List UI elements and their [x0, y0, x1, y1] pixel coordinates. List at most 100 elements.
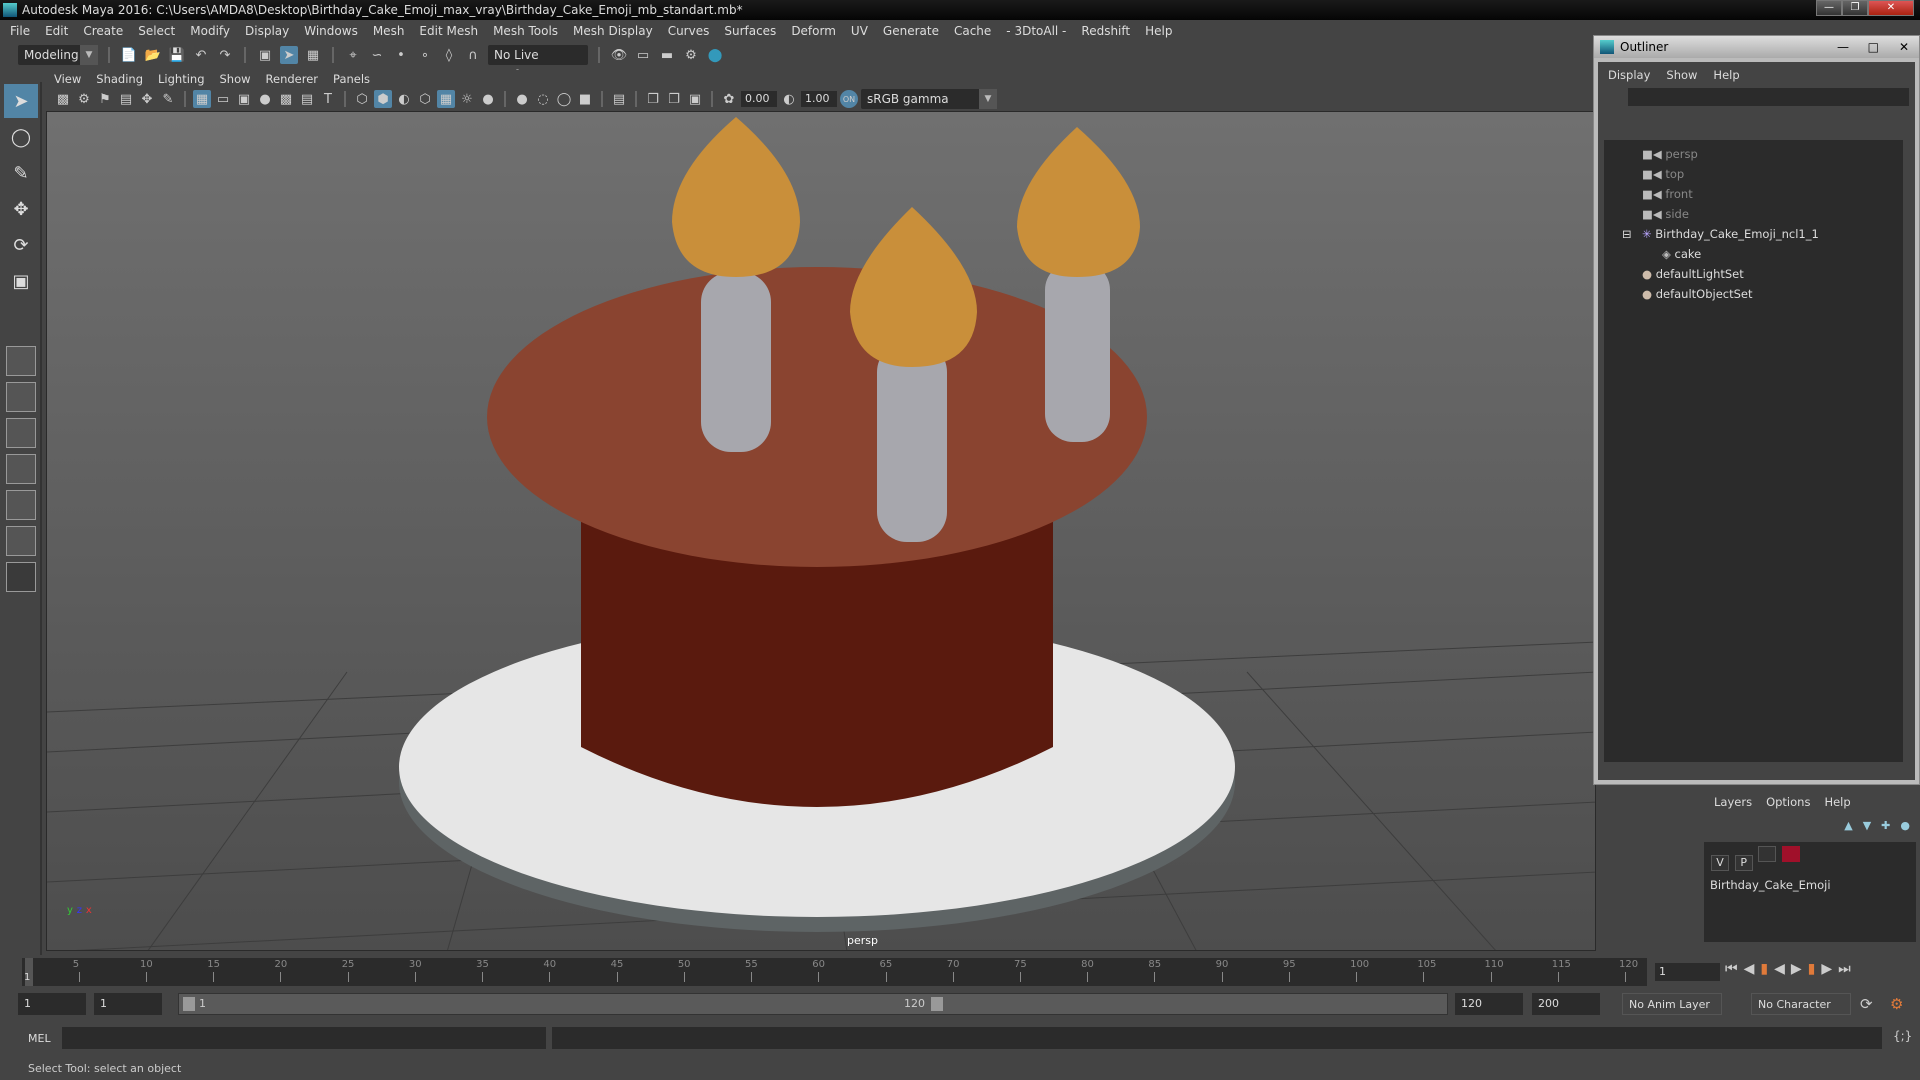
live-surface-field[interactable]: No Live Surface — [488, 45, 588, 82]
scene-end-field[interactable]: 200 — [1532, 993, 1600, 1015]
camera-icon[interactable]: ▩ — [54, 90, 72, 108]
menu-modify[interactable]: Modify — [190, 24, 230, 38]
menu-uv[interactable]: UV — [851, 24, 868, 38]
maximize-button[interactable]: □ — [1868, 36, 1879, 58]
smooth-shade-icon[interactable]: ⬢ — [374, 90, 392, 108]
four-view-layout-icon[interactable] — [6, 382, 36, 412]
layer-color-swatch[interactable] — [1781, 846, 1800, 862]
paint-select-tool-icon[interactable]: ✎ — [4, 156, 38, 190]
gate-mask-icon[interactable]: ● — [256, 90, 274, 108]
play-forward-icon[interactable]: ▶ — [1791, 961, 1802, 977]
perspective-viewport[interactable]: y z x persp — [46, 111, 1596, 951]
menu-mesh-display[interactable]: Mesh Display — [573, 24, 653, 38]
outliner-item[interactable]: ● defaultObjectSet — [1604, 284, 1903, 304]
move-layer-down-icon[interactable]: ▼ — [1863, 819, 1871, 832]
outliner-item[interactable]: ◈ cake — [1604, 244, 1903, 264]
wireframe-icon[interactable]: ⬡ — [353, 90, 371, 108]
flat-shade-icon[interactable]: ◐ — [395, 90, 413, 108]
hypershade-icon[interactable]: ⬤ — [706, 46, 724, 64]
layer-menu-help[interactable]: Help — [1824, 795, 1850, 809]
character-set-dropdown[interactable]: No Character Set — [1751, 993, 1851, 1033]
anti-aliasing-icon[interactable]: ◯ — [555, 90, 573, 108]
menu-windows[interactable]: Windows — [304, 24, 358, 38]
viewport-menu-shading[interactable]: Shading — [96, 72, 143, 86]
resolution-gate-icon[interactable]: ▣ — [235, 90, 253, 108]
outliner-item[interactable]: ● defaultLightSet — [1604, 264, 1903, 284]
grid-icon[interactable]: ▦ — [193, 90, 211, 108]
menu-edit[interactable]: Edit — [45, 24, 68, 38]
command-language-label[interactable]: MEL — [28, 1032, 51, 1045]
select-component-icon[interactable]: ▦ — [304, 46, 322, 64]
current-frame-field[interactable]: 1 — [1655, 963, 1720, 981]
auto-key-icon[interactable]: ⟳ — [1860, 995, 1873, 1013]
redo-icon[interactable]: ↷ — [216, 46, 234, 64]
step-back-key-icon[interactable]: ◀ — [1744, 961, 1755, 977]
new-layer-icon[interactable]: ✚ — [1881, 819, 1890, 832]
minimize-button[interactable]: — — [1837, 36, 1849, 58]
new-layer-selected-icon[interactable]: ● — [1900, 819, 1910, 832]
move-layer-up-icon[interactable]: ▲ — [1844, 819, 1852, 832]
grease-pencil-icon[interactable]: ✎ — [159, 90, 177, 108]
outliner-item[interactable]: ⊟ ✳ Birthday_Cake_Emoji_ncl1_1 — [1604, 224, 1903, 244]
visibility-toggle[interactable]: V — [1711, 855, 1729, 871]
exposure-field[interactable]: 0.00 — [741, 91, 777, 107]
open-scene-icon[interactable]: 📂 — [144, 46, 162, 64]
xray-icon[interactable]: ❐ — [644, 90, 662, 108]
minimize-button[interactable]: — — [1816, 0, 1842, 16]
anim-layer-dropdown[interactable]: No Anim Layer — [1622, 993, 1722, 1015]
image-plane-icon[interactable]: ▤ — [117, 90, 135, 108]
layer-menu-options[interactable]: Options — [1766, 795, 1810, 809]
single-perspective-layout-icon[interactable] — [6, 346, 36, 376]
color-management-toggle[interactable]: ON — [840, 90, 858, 108]
ambient-occlusion-icon[interactable]: ● — [513, 90, 531, 108]
hypershade-layout-icon[interactable] — [6, 490, 36, 520]
gamma-field[interactable]: 1.00 — [801, 91, 837, 107]
play-backward-icon[interactable]: ◀ — [1774, 961, 1785, 977]
outliner-menu-show[interactable]: Show — [1666, 68, 1697, 82]
outliner-search-input[interactable] — [1628, 88, 1909, 106]
film-gate-icon[interactable]: ▭ — [214, 90, 232, 108]
safe-action-icon[interactable]: ▤ — [298, 90, 316, 108]
textured-icon[interactable]: ▦ — [437, 90, 455, 108]
display-type-toggle[interactable] — [1758, 846, 1777, 862]
ipr-render-icon[interactable]: ▬ — [658, 46, 676, 64]
wireframe-on-shaded-icon[interactable]: ⬡ — [416, 90, 434, 108]
persp-graph-outliner-layout-icon[interactable] — [6, 526, 36, 556]
persp-outliner-layout-icon[interactable] — [6, 418, 36, 448]
persp-graph-layout-icon[interactable] — [6, 454, 36, 484]
bookmark-icon[interactable]: ⚑ — [96, 90, 114, 108]
time-slider-track[interactable]: 1 5 10 15 20 25 30 35 40 45 50 55 60 65 70 75 80 85 90 95 1… — [22, 958, 1647, 986]
outliner-title-bar[interactable]: Outliner — □ ✕ — [1594, 36, 1919, 58]
field-chart-icon[interactable]: ▩ — [277, 90, 295, 108]
view-transform-dropdown[interactable]: sRGB gamma ▼ — [861, 89, 997, 109]
close-button[interactable]: ✕ — [1899, 36, 1909, 58]
use-all-lights-icon[interactable]: ☼ — [458, 90, 476, 108]
select-hierarchy-icon[interactable]: ▣ — [256, 46, 274, 64]
xray-components-icon[interactable]: ▣ — [686, 90, 704, 108]
anim-preferences-icon[interactable]: ⚙ — [1890, 995, 1903, 1013]
move-tool-icon[interactable]: ✥ — [4, 192, 38, 226]
viewport-menu-view[interactable]: View — [54, 72, 81, 86]
playback-toggle[interactable]: P — [1734, 855, 1753, 871]
make-live-icon[interactable]: ∩ — [464, 46, 482, 64]
outliner-item[interactable]: ■◀ front — [1604, 184, 1903, 204]
go-to-start-icon[interactable]: ⏮ — [1725, 961, 1738, 977]
rotate-tool-icon[interactable]: ⟳ — [4, 228, 38, 262]
menu-3dtoall[interactable]: - 3DtoAll - — [1006, 24, 1066, 38]
undo-icon[interactable]: ↶ — [192, 46, 210, 64]
layer-row[interactable]: V P Birthday_Cake_Emoji — [1704, 842, 1916, 892]
render-frame-icon[interactable]: ▭ — [634, 46, 652, 64]
viewport-menu-renderer[interactable]: Renderer — [266, 72, 319, 86]
menu-cache[interactable]: Cache — [954, 24, 991, 38]
scene-start-field[interactable]: 1 — [18, 993, 86, 1015]
snap-point-icon[interactable]: • — [392, 46, 410, 64]
command-input[interactable] — [62, 1027, 546, 1049]
viewport-menu-panels[interactable]: Panels — [333, 72, 370, 86]
menu-set-dropdown[interactable]: Modeling ▼ — [18, 45, 98, 65]
maximize-button[interactable]: ❐ — [1842, 0, 1868, 16]
menu-curves[interactable]: Curves — [668, 24, 710, 38]
xray-joints-icon[interactable]: ❐ — [665, 90, 683, 108]
viewport-menu-show[interactable]: Show — [220, 72, 251, 86]
outliner-item[interactable]: ■◀ persp — [1604, 144, 1903, 164]
new-scene-icon[interactable]: 📄 — [120, 46, 138, 64]
